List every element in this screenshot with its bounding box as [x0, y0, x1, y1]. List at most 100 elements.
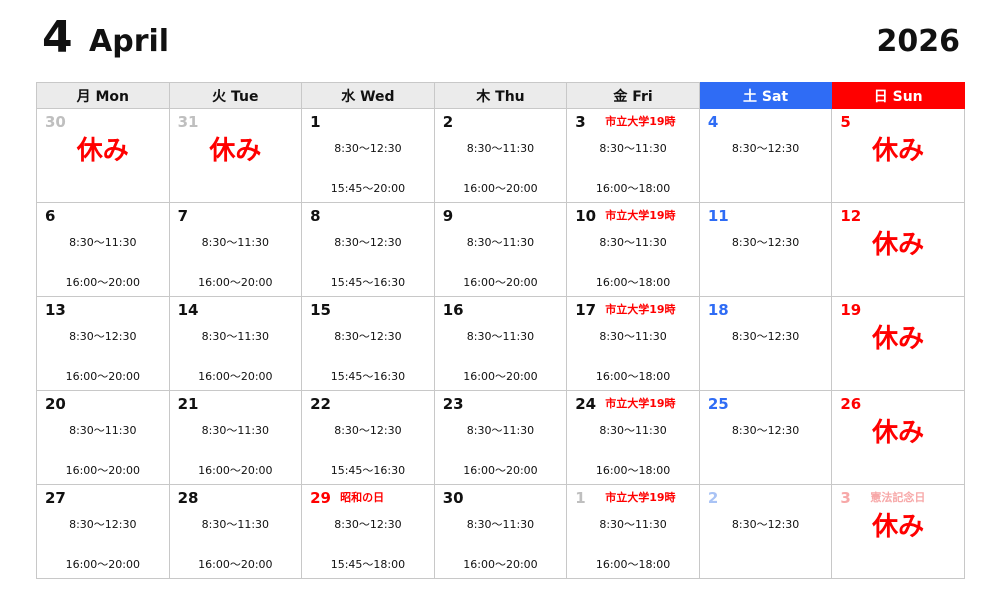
- calendar-day-cell-fri[interactable]: 3 市立大学19時 8:30～11:30 16:00～18:00: [566, 108, 700, 203]
- weekday-header-row: 月 Mon 火 Tue 水 Wed 木 Thu 金 Fri 土 Sat 日 Su…: [36, 82, 965, 109]
- morning-hours: 8:30～11:30: [599, 330, 667, 343]
- calendar-day-cell-thu[interactable]: 16 8:30～11:30 16:00～20:00: [433, 296, 568, 391]
- evening-hours: 16:00～20:00: [198, 276, 273, 289]
- evening-hours: 15:45～20:00: [330, 182, 406, 195]
- day-number: 16: [442, 301, 464, 319]
- day-number: 11: [707, 207, 729, 225]
- day-number: 21: [177, 395, 199, 413]
- morning-hours: 8:30～12:30: [69, 330, 137, 343]
- calendar-week-row: 13 8:30～12:30 16:00～20:00 14 8:30～11:30 16:00…: [36, 296, 965, 391]
- day-number: 20: [45, 395, 66, 413]
- calendar-grid: 月 Mon 火 Tue 水 Wed 木 Thu 金 Fri 土 Sat 日 Su…: [36, 82, 965, 579]
- day-number: 19: [840, 301, 862, 319]
- morning-hours: 8:30～12:30: [334, 236, 402, 249]
- calendar-day-cell-wed[interactable]: 8 8:30～12:30 15:45～16:30: [301, 202, 435, 297]
- morning-hours: 8:30～11:30: [599, 424, 667, 437]
- morning-hours: 8:30～11:30: [201, 236, 270, 249]
- evening-hours: 16:00～18:00: [595, 464, 671, 477]
- calendar-day-cell-sat[interactable]: 4 8:30～12:30: [698, 108, 833, 203]
- calendar-day-cell-fri[interactable]: 24 市立大学19時 8:30～11:30 16:00～18:00: [566, 390, 700, 485]
- calendar-day-cell-tue[interactable]: 31 休み: [168, 108, 303, 203]
- day-number: 31: [177, 113, 199, 131]
- day-number: 30: [45, 113, 66, 131]
- calendar-day-cell-tue[interactable]: 28 8:30～11:30 16:00～20:00: [168, 484, 303, 579]
- calendar-day-cell-mon[interactable]: 30 休み: [36, 108, 170, 203]
- evening-hours: 16:00～20:00: [198, 464, 273, 477]
- evening-hours: 16:00～18:00: [595, 182, 671, 195]
- morning-hours: 8:30～11:30: [201, 330, 270, 343]
- day-number: 10: [575, 207, 597, 225]
- evening-hours: 15:45～16:30: [330, 464, 406, 477]
- calendar-day-cell-sun[interactable]: 19 休み: [831, 296, 965, 391]
- calendar-day-cell-wed[interactable]: 29 昭和の日 8:30～12:30 15:45～18:00: [301, 484, 435, 579]
- calendar-day-cell-sun[interactable]: 5 休み: [831, 108, 965, 203]
- evening-hours: 16:00～18:00: [595, 276, 671, 289]
- morning-hours: 8:30～12:30: [334, 330, 402, 343]
- calendar-day-cell-thu[interactable]: 9 8:30～11:30 16:00～20:00: [433, 202, 568, 297]
- calendar-day-cell-sat[interactable]: 25 8:30～12:30: [698, 390, 833, 485]
- day-note: 市立大学19時: [605, 303, 676, 316]
- closed-label: 休み: [76, 136, 129, 166]
- morning-hours: 8:30～12:30: [731, 424, 800, 437]
- weekday-mon: 月 Mon: [36, 82, 170, 109]
- day-number: 2: [442, 113, 454, 131]
- day-number: 6: [45, 207, 56, 225]
- calendar-day-cell-tue[interactable]: 21 8:30～11:30 16:00～20:00: [168, 390, 303, 485]
- calendar-day-cell-sat[interactable]: 2 8:30～12:30: [698, 484, 833, 579]
- calendar-week-row: 6 8:30～11:30 16:00～20:00 7 8:30～11:30 16:00～2…: [36, 202, 965, 297]
- calendar-day-cell-fri[interactable]: 10 市立大学19時 8:30～11:30 16:00～18:00: [566, 202, 700, 297]
- calendar-day-cell-sun[interactable]: 26 休み: [831, 390, 965, 485]
- calendar-day-cell-thu[interactable]: 2 8:30～11:30 16:00～20:00: [433, 108, 568, 203]
- month-name: April: [89, 24, 170, 59]
- calendar-day-cell-fri[interactable]: 17 市立大学19時 8:30～11:30 16:00～18:00: [566, 296, 700, 391]
- day-number: 5: [840, 113, 851, 131]
- calendar-week-row: 20 8:30～11:30 16:00～20:00 21 8:30～11:30 16:00…: [36, 390, 965, 485]
- calendar-week-row: 30 休み 31 休み 1 8:30～12:30 15:45～20:00 2 8:30～11:3…: [36, 108, 965, 203]
- calendar-day-cell-sun[interactable]: 3 憲法記念日 休み: [831, 484, 965, 579]
- closed-label: 休み: [872, 418, 925, 448]
- day-note: 憲法記念日: [870, 491, 926, 504]
- closed-label: 休み: [209, 136, 262, 166]
- closed-label: 休み: [872, 136, 925, 166]
- calendar-day-cell-thu[interactable]: 23 8:30～11:30 16:00～20:00: [433, 390, 568, 485]
- day-number: 28: [177, 489, 199, 507]
- calendar-day-cell-mon[interactable]: 13 8:30～12:30 16:00～20:00: [36, 296, 170, 391]
- calendar-day-cell-sat[interactable]: 11 8:30～12:30: [698, 202, 833, 297]
- day-number: 22: [310, 395, 331, 413]
- calendar-day-cell-tue[interactable]: 7 8:30～11:30 16:00～20:00: [168, 202, 303, 297]
- day-note: 市立大学19時: [605, 491, 676, 504]
- day-note: 市立大学19時: [605, 397, 676, 410]
- calendar-day-cell-tue[interactable]: 14 8:30～11:30 16:00～20:00: [168, 296, 303, 391]
- calendar-week-row: 27 8:30～12:30 16:00～20:00 28 8:30～11:30 16:00…: [36, 484, 965, 579]
- day-number: 18: [707, 301, 729, 319]
- calendar-day-cell-mon[interactable]: 6 8:30～11:30 16:00～20:00: [36, 202, 170, 297]
- year: 2026: [876, 24, 961, 59]
- evening-hours: 16:00～20:00: [65, 276, 140, 289]
- day-number: 24: [575, 395, 597, 413]
- evening-hours: 16:00～20:00: [198, 370, 273, 383]
- calendar-day-cell-thu[interactable]: 30 8:30～11:30 16:00～20:00: [433, 484, 568, 579]
- day-number: 7: [177, 207, 188, 225]
- weekday-wed: 水 Wed: [301, 82, 435, 109]
- evening-hours: 15:45～16:30: [330, 370, 406, 383]
- calendar-day-cell-wed[interactable]: 22 8:30～12:30 15:45～16:30: [301, 390, 435, 485]
- weekday-sat: 土 Sat: [698, 82, 833, 109]
- weekday-sun: 日 Sun: [831, 82, 965, 109]
- evening-hours: 16:00～20:00: [65, 370, 140, 383]
- calendar-day-cell-wed[interactable]: 1 8:30～12:30 15:45～20:00: [301, 108, 435, 203]
- evening-hours: 16:00～20:00: [463, 558, 538, 571]
- calendar-day-cell-sun[interactable]: 12 休み: [831, 202, 965, 297]
- day-number: 23: [442, 395, 464, 413]
- day-number: 9: [442, 207, 454, 225]
- morning-hours: 8:30～11:30: [466, 518, 535, 531]
- calendar-day-cell-mon[interactable]: 27 8:30～12:30 16:00～20:00: [36, 484, 170, 579]
- morning-hours: 8:30～12:30: [731, 142, 800, 155]
- calendar-day-cell-sat[interactable]: 18 8:30～12:30: [698, 296, 833, 391]
- day-number: 27: [45, 489, 66, 507]
- weekday-fri: 金 Fri: [566, 82, 700, 109]
- calendar-day-cell-mon[interactable]: 20 8:30～11:30 16:00～20:00: [36, 390, 170, 485]
- evening-hours: 16:00～20:00: [65, 464, 140, 477]
- morning-hours: 8:30～11:30: [69, 236, 137, 249]
- calendar-day-cell-wed[interactable]: 15 8:30～12:30 15:45～16:30: [301, 296, 435, 391]
- calendar-day-cell-fri[interactable]: 1 市立大学19時 8:30～11:30 16:00～18:00: [566, 484, 700, 579]
